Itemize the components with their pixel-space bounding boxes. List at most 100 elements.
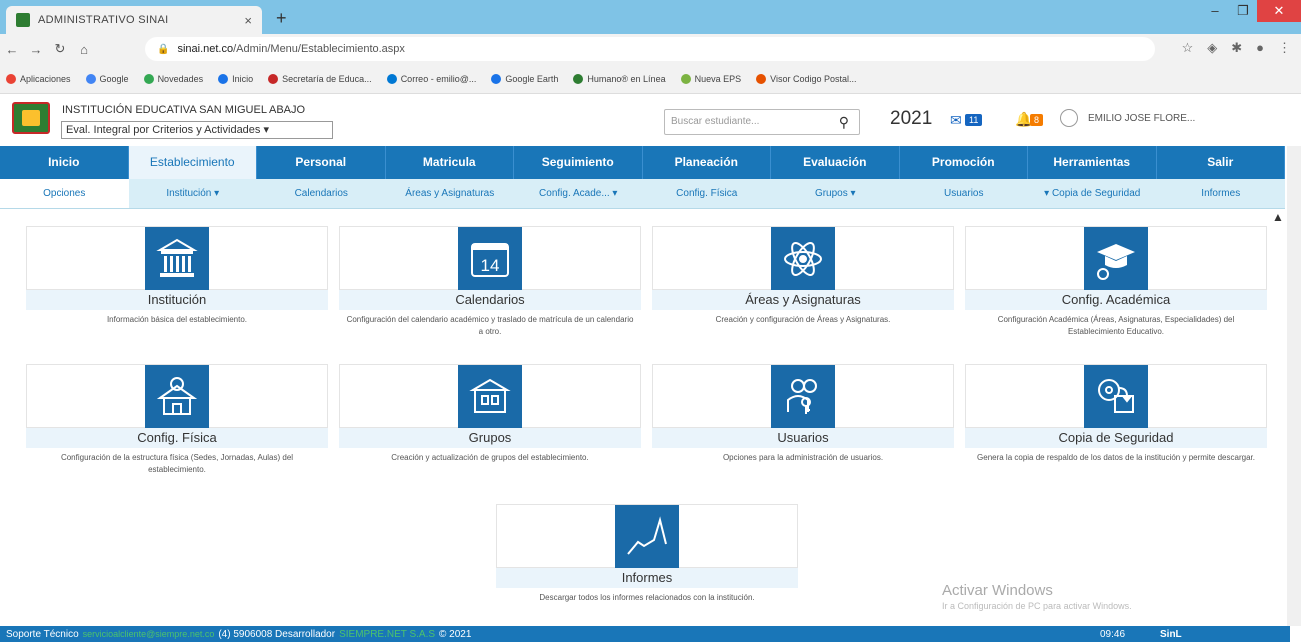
card-title[interactable]: Informes <box>496 568 798 588</box>
card-title[interactable]: Áreas y Asignaturas <box>652 290 954 310</box>
profile-icon[interactable]: ● <box>1256 40 1264 56</box>
main-nav-item[interactable]: Inicio <box>0 146 129 179</box>
page-scrollbar[interactable] <box>1287 146 1301 626</box>
bookmark-item[interactable]: Humano® en Línea <box>573 73 666 84</box>
card-icon-area <box>652 364 954 429</box>
card-icon-area <box>965 226 1267 291</box>
bookmark-item[interactable]: Google Earth <box>491 73 558 84</box>
card-title[interactable]: Config. Física <box>26 428 328 448</box>
bookmark-item[interactable]: Correo - emilio@... <box>386 73 476 84</box>
bookmark-favicon-icon <box>756 73 767 84</box>
scroll-up-icon[interactable]: ▲ <box>1272 210 1284 224</box>
reload-icon[interactable]: ↻ <box>48 41 72 57</box>
search-icon[interactable]: ⚲ <box>839 110 849 134</box>
extension-icon[interactable]: ◈ <box>1207 40 1217 56</box>
bookmark-item[interactable]: Secretaría de Educa... <box>268 73 372 84</box>
building-icon[interactable] <box>145 227 209 291</box>
sub-nav-item[interactable]: Informes <box>1157 179 1286 208</box>
sub-nav-item[interactable]: Calendarios <box>257 179 386 208</box>
menu-card[interactable]: Áreas y Asignaturas Creación y configurac… <box>652 226 954 350</box>
forward-icon[interactable]: → <box>24 42 48 57</box>
student-search-input[interactable]: Buscar estudiante... ⚲ <box>664 109 860 135</box>
sub-nav-item[interactable]: ▾ Copia de Seguridad <box>1028 179 1157 208</box>
svg-text:14: 14 <box>481 256 500 275</box>
institution-name: INSTITUCIÓN EDUCATIVA SAN MIGUEL ABAJO <box>62 104 306 116</box>
card-icon-area: 14 <box>339 226 641 291</box>
bookmark-item[interactable]: Nueva EPS <box>680 73 741 84</box>
browser-tab[interactable]: ADMINISTRATIVO SINAI × <box>6 6 262 34</box>
card-title[interactable]: Config. Académica <box>965 290 1267 310</box>
menu-card[interactable]: Config. Física Configuración de la estruc… <box>26 364 328 488</box>
url-field[interactable]: 🔒 sinai.net.co /Admin/Menu/Establecimien… <box>145 37 1155 61</box>
bookmark-item[interactable]: Inicio <box>218 73 254 84</box>
card-description: Creación y configuración de Áreas y Asig… <box>652 310 954 350</box>
bookmark-item[interactable]: Aplicaciones <box>6 73 71 84</box>
sub-nav-item[interactable]: Institución ▾ <box>129 179 258 208</box>
sub-nav-item[interactable]: Grupos ▾ <box>771 179 900 208</box>
users-key-icon[interactable] <box>771 365 835 429</box>
developer-link[interactable]: SIEMPRE.NET S.A.S <box>339 629 435 640</box>
maximize-icon[interactable]: ❐ <box>1229 0 1257 22</box>
minimize-icon[interactable]: – <box>1201 0 1229 22</box>
sub-nav-item[interactable]: Config. Acade... ▾ <box>514 179 643 208</box>
card-title[interactable]: Calendarios <box>339 290 641 310</box>
backup-disk-icon[interactable] <box>1084 365 1148 429</box>
bookmark-item[interactable]: Visor Codigo Postal... <box>756 73 857 84</box>
main-nav-item[interactable]: Herramientas <box>1028 146 1157 179</box>
main-nav-item[interactable]: Planeación <box>643 146 771 179</box>
main-nav-item[interactable]: Promoción <box>900 146 1028 179</box>
main-nav-item[interactable]: Salir <box>1157 146 1285 179</box>
menu-icon[interactable]: ⋮ <box>1278 40 1291 56</box>
graduation-gear-icon[interactable] <box>1084 227 1148 291</box>
star-icon[interactable]: ☆ <box>1182 40 1194 56</box>
main-nav-item[interactable]: Personal <box>257 146 386 179</box>
avatar <box>1060 109 1078 127</box>
line-chart-icon[interactable] <box>615 505 679 569</box>
menu-card[interactable]: 14 Calendarios Configuración del calendari… <box>339 226 641 350</box>
bookmark-item[interactable]: Google <box>85 73 129 84</box>
card-title[interactable]: Usuarios <box>652 428 954 448</box>
bookmark-label: Secretaría de Educa... <box>282 73 372 84</box>
bookmark-label: Inicio <box>232 73 254 84</box>
main-nav-item[interactable]: Evaluación <box>771 146 900 179</box>
card-title[interactable]: Copia de Seguridad <box>965 428 1267 448</box>
menu-card[interactable]: Copia de Seguridad Genera la copia de res… <box>965 364 1267 488</box>
card-title[interactable]: Institución <box>26 290 328 310</box>
card-title[interactable]: Grupos <box>339 428 641 448</box>
menu-card[interactable]: Config. Académica Configuración Académica… <box>965 226 1267 350</box>
sub-nav: Opciones Institución ▾ Calendarios Áreas y … <box>0 179 1285 209</box>
menu-card[interactable]: Grupos Creación y actualización de grupos… <box>339 364 641 488</box>
menu-card[interactable]: Informes Descargar todos los informes rel… <box>496 504 800 628</box>
sub-nav-item[interactable]: Usuarios <box>900 179 1029 208</box>
bookmark-item[interactable]: Novedades <box>143 73 203 84</box>
notification-count-badge: 8 <box>1030 114 1044 126</box>
sub-nav-item[interactable]: Áreas y Asignaturas <box>386 179 515 208</box>
home-icon[interactable]: ⌂ <box>72 42 96 57</box>
bookmark-favicon-icon <box>680 73 691 84</box>
atom-icon[interactable] <box>771 227 835 291</box>
card-description: Opciones para la administración de usuar… <box>652 448 954 488</box>
house-sun-icon[interactable] <box>145 365 209 429</box>
puzzle-icon[interactable]: ✱ <box>1231 40 1242 56</box>
support-phone: (4) 5906008 Desarrollador <box>218 628 336 640</box>
calendar-icon[interactable]: 14 <box>458 227 522 291</box>
main-nav-item[interactable]: Seguimiento <box>514 146 643 179</box>
evaluation-select[interactable]: Eval. Integral por Criterios y Actividad… <box>61 121 333 139</box>
close-tab-icon[interactable]: × <box>244 13 252 28</box>
school-group-icon[interactable] <box>458 365 522 429</box>
new-tab-button[interactable]: + <box>276 8 287 29</box>
bookmark-label: Humano® en Línea <box>587 73 666 84</box>
menu-card[interactable]: Institución Información básica del establ… <box>26 226 328 350</box>
sub-nav-item[interactable]: Config. Física <box>643 179 772 208</box>
sub-nav-item[interactable]: Opciones <box>0 179 129 208</box>
main-nav-item[interactable]: Establecimiento <box>128 146 257 179</box>
close-window-icon[interactable]: ✕ <box>1257 0 1301 22</box>
menu-card[interactable]: Usuarios Opciones para la administración … <box>652 364 954 488</box>
back-icon[interactable]: ← <box>0 42 24 57</box>
toolbar-icons: ☆ ◈ ✱ ● ⋮ <box>1182 40 1291 56</box>
support-email-link[interactable]: servicioalcliente@siempre.net.co <box>83 629 215 639</box>
main-nav-item[interactable]: Matricula <box>386 146 514 179</box>
user-menu[interactable]: EMILIO JOSE FLORE... <box>1060 109 1195 127</box>
mail-icon[interactable]: ✉ <box>950 112 962 129</box>
bookmarks-bar: Aplicaciones Google Novedades Inicio Secreta… <box>0 64 1301 94</box>
